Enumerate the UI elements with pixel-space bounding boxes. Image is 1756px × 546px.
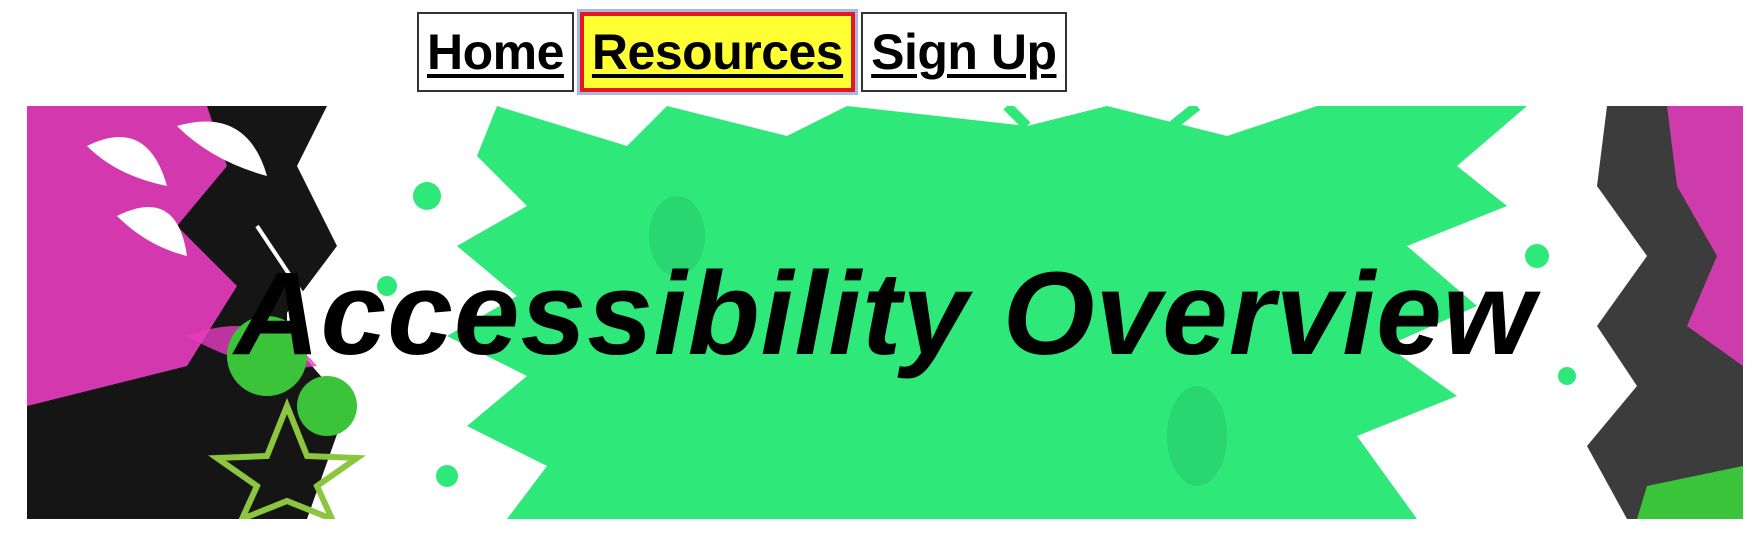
nav-home-link[interactable]: Home	[417, 12, 574, 92]
main-nav: Home Resources Sign Up	[417, 12, 1067, 92]
nav-resources-link[interactable]: Resources	[579, 12, 856, 92]
header-banner: Accessibility Overview	[27, 106, 1743, 519]
nav-signup-link[interactable]: Sign Up	[861, 12, 1067, 92]
banner-title: Accessibility Overview	[234, 248, 1536, 380]
